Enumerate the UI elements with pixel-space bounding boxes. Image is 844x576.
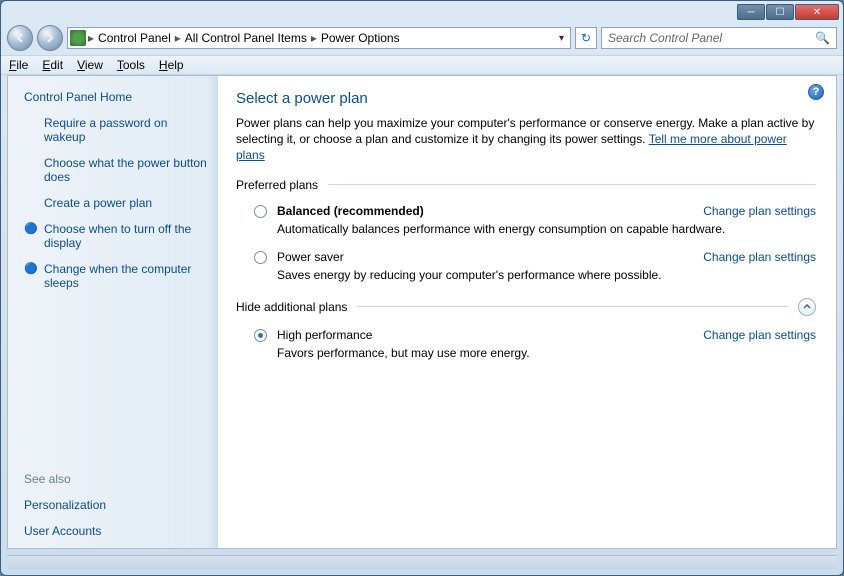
plan-power-saver: Power saver Change plan settings Saves e… [236, 246, 816, 292]
chevron-right-icon[interactable]: ▸ [88, 31, 94, 45]
change-settings-saver[interactable]: Change plan settings [703, 250, 816, 264]
plan-name-saver: Power saver [277, 250, 344, 264]
window: ─ ☐ ✕ ▸ Control Panel ▸ All Control Pane… [0, 0, 844, 576]
collapse-button[interactable] [798, 298, 816, 316]
status-bar [7, 555, 837, 569]
chevron-right-icon[interactable]: ▸ [175, 31, 181, 45]
sidebar-item-power-button[interactable]: Choose what the power button does [44, 156, 210, 184]
change-settings-balanced[interactable]: Change plan settings [703, 204, 816, 218]
minimize-button[interactable]: ─ [737, 4, 765, 20]
shield-icon: 🔵 [24, 262, 38, 275]
back-button[interactable] [7, 25, 33, 51]
divider [357, 306, 788, 307]
menu-file[interactable]: File [9, 58, 28, 72]
plan-name-highperf: High performance [277, 328, 372, 342]
plan-desc-highperf: Favors performance, but may use more ene… [277, 342, 816, 360]
address-bar[interactable]: ▸ Control Panel ▸ All Control Panel Item… [67, 27, 571, 49]
plan-desc-saver: Saves energy by reducing your computer's… [277, 264, 816, 282]
search-placeholder: Search Control Panel [608, 31, 722, 45]
intro-text: Power plans can help you maximize your c… [236, 115, 816, 164]
navbar: ▸ Control Panel ▸ All Control Panel Item… [1, 21, 843, 55]
content-area: Control Panel Home ●Require a password o… [7, 75, 837, 549]
chevron-right-icon[interactable]: ▸ [311, 31, 317, 45]
radio-power-saver[interactable] [254, 251, 267, 264]
sidebar-home[interactable]: Control Panel Home [24, 90, 210, 104]
control-panel-icon [70, 30, 86, 46]
menu-view[interactable]: View [77, 58, 103, 72]
breadcrumb-power-options[interactable]: Power Options [319, 31, 402, 45]
breadcrumb-all-items[interactable]: All Control Panel Items [183, 31, 309, 45]
search-icon[interactable]: 🔍 [815, 31, 830, 45]
sidebar-item-password-wakeup[interactable]: Require a password on wakeup [44, 116, 210, 144]
close-button[interactable]: ✕ [795, 4, 839, 20]
menu-edit[interactable]: Edit [42, 58, 63, 72]
additional-plans-label: Hide additional plans [236, 298, 816, 316]
plan-balanced: Balanced (recommended) Change plan setti… [236, 200, 816, 246]
address-dropdown-icon[interactable]: ▾ [555, 33, 568, 44]
sidebar: Control Panel Home ●Require a password o… [8, 76, 218, 548]
menu-tools[interactable]: Tools [117, 58, 145, 72]
menu-help[interactable]: Help [159, 58, 184, 72]
radio-high-performance[interactable] [254, 329, 267, 342]
maximize-button[interactable]: ☐ [766, 4, 794, 20]
see-also-personalization[interactable]: Personalization [24, 498, 210, 512]
plan-high-performance: High performance Change plan settings Fa… [236, 324, 816, 370]
menubar: File Edit View Tools Help [1, 55, 843, 75]
sidebar-item-create-plan[interactable]: Create a power plan [44, 196, 152, 210]
section-text: Preferred plans [236, 178, 318, 192]
forward-button[interactable] [37, 25, 63, 51]
refresh-button[interactable]: ↻ [575, 27, 597, 49]
shield-icon: 🔵 [24, 222, 38, 235]
breadcrumb-control-panel[interactable]: Control Panel [96, 31, 173, 45]
plan-name-balanced: Balanced (recommended) [277, 204, 424, 218]
radio-balanced[interactable] [254, 205, 267, 218]
sidebar-item-turn-off-display[interactable]: Choose when to turn off the display [44, 222, 210, 250]
search-input[interactable]: Search Control Panel 🔍 [601, 27, 837, 49]
plan-desc-balanced: Automatically balances performance with … [277, 218, 816, 236]
see-also-user-accounts[interactable]: User Accounts [24, 524, 210, 538]
divider [328, 184, 816, 185]
preferred-plans-label: Preferred plans [236, 178, 816, 192]
titlebar: ─ ☐ ✕ [1, 1, 843, 21]
help-button[interactable]: ? [808, 84, 824, 100]
see-also-label: See also [24, 472, 210, 486]
section-text: Hide additional plans [236, 300, 347, 314]
change-settings-highperf[interactable]: Change plan settings [703, 328, 816, 342]
sidebar-item-computer-sleeps[interactable]: Change when the computer sleeps [44, 262, 210, 290]
main-panel: ? Select a power plan Power plans can he… [218, 76, 836, 548]
page-title: Select a power plan [236, 90, 816, 107]
